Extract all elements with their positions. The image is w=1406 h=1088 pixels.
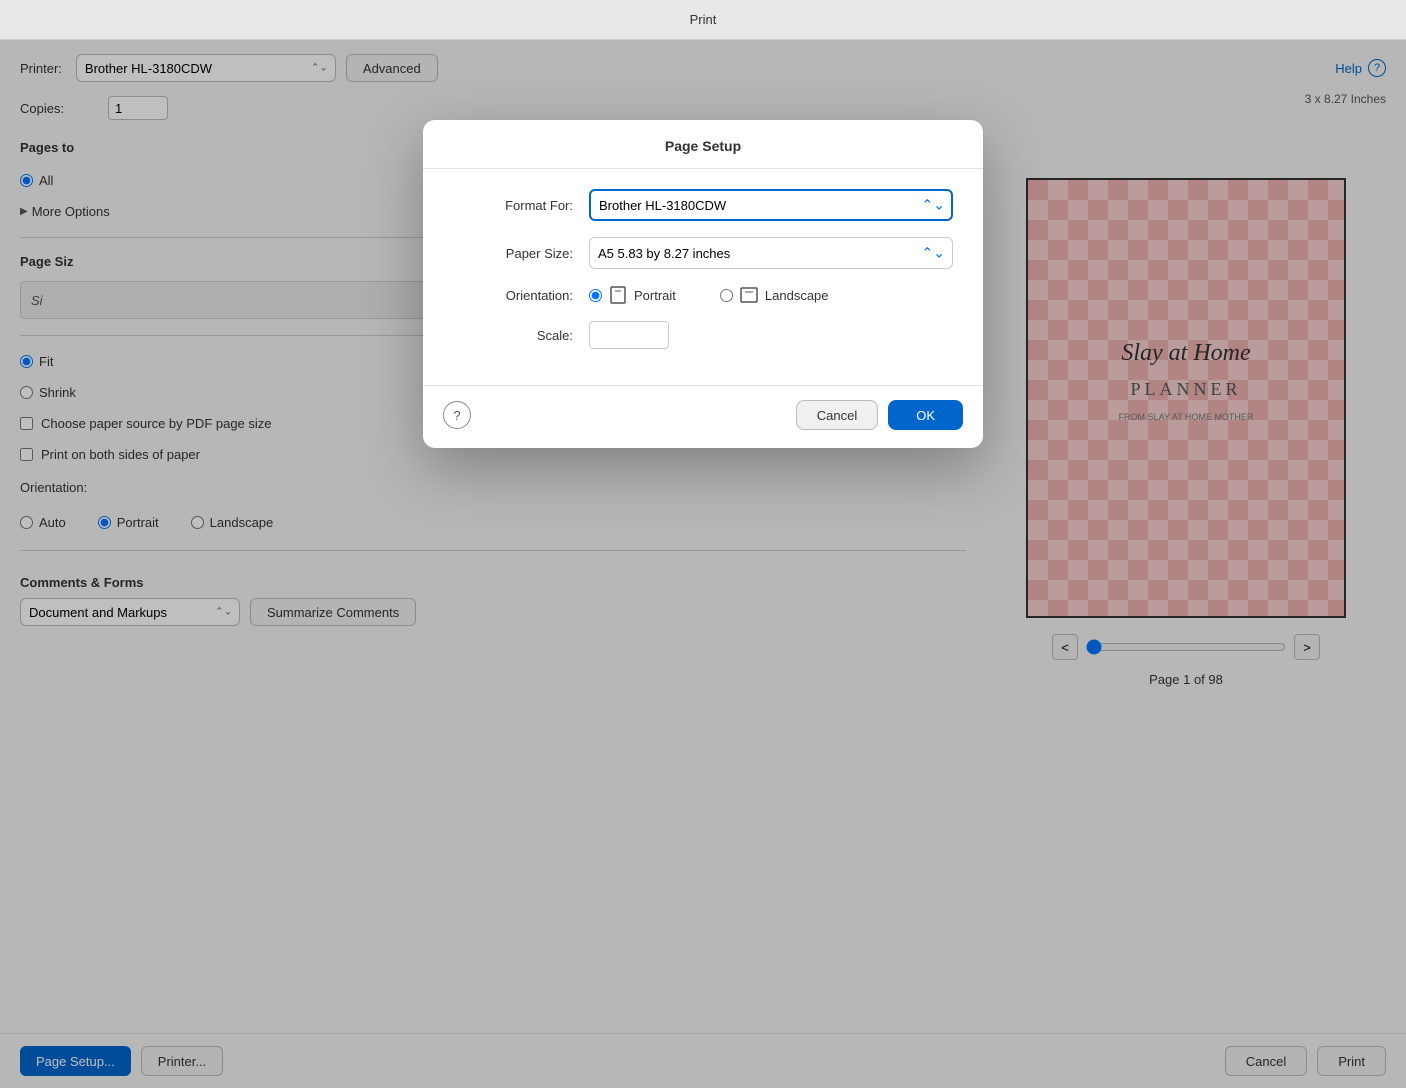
modal-format-for-label: Format For: (453, 198, 573, 213)
modal-orientation-label: Orientation: (453, 288, 573, 303)
portrait-page-icon (608, 285, 628, 305)
modal-help-button[interactable]: ? (443, 401, 471, 429)
modal-body: Format For: Brother HL-3180CDW Any Print… (423, 169, 983, 385)
modal-format-select-wrapper[interactable]: Brother HL-3180CDW Any Printer ⌃⌄ (589, 189, 953, 221)
modal-landscape-radio[interactable] (720, 289, 733, 302)
modal-paper-size-row: Paper Size: A5 5.83 by 8.27 inches A4 8.… (453, 237, 953, 269)
modal-landscape-option: Landscape (720, 285, 829, 305)
modal-paper-select-wrapper[interactable]: A5 5.83 by 8.27 inches A4 8.27 by 11.69 … (589, 237, 953, 269)
modal-scale-label: Scale: (453, 328, 573, 343)
modal-footer: ? Cancel OK (423, 385, 983, 448)
page-setup-modal: Page Setup Format For: Brother HL-3180CD… (423, 120, 983, 448)
title-bar: Print (0, 0, 1406, 40)
modal-title: Page Setup (665, 138, 741, 154)
modal-portrait-radio[interactable] (589, 289, 602, 302)
modal-scale-input[interactable]: 100% (589, 321, 669, 349)
modal-format-for-row: Format For: Brother HL-3180CDW Any Print… (453, 189, 953, 221)
modal-landscape-label: Landscape (765, 288, 829, 303)
modal-cancel-button[interactable]: Cancel (796, 400, 878, 430)
modal-paper-size-label: Paper Size: (453, 246, 573, 261)
print-dialog: Printer: Brother HL-3180CDW ⌃⌄ Advanced … (0, 40, 1406, 1088)
modal-orientation-options: Portrait Landscape (589, 285, 853, 305)
modal-portrait-option: Portrait (589, 285, 676, 305)
modal-scale-row: Scale: 100% (453, 321, 953, 349)
modal-portrait-label: Portrait (634, 288, 676, 303)
modal-format-select[interactable]: Brother HL-3180CDW Any Printer (589, 189, 953, 221)
modal-title-bar: Page Setup (423, 120, 983, 169)
modal-overlay: Page Setup Format For: Brother HL-3180CD… (0, 40, 1406, 1088)
modal-orientation-row: Orientation: Portrait (453, 285, 953, 305)
landscape-page-icon (739, 285, 759, 305)
window-title: Print (690, 12, 717, 27)
modal-ok-button[interactable]: OK (888, 400, 963, 430)
modal-paper-select[interactable]: A5 5.83 by 8.27 inches A4 8.27 by 11.69 … (589, 237, 953, 269)
